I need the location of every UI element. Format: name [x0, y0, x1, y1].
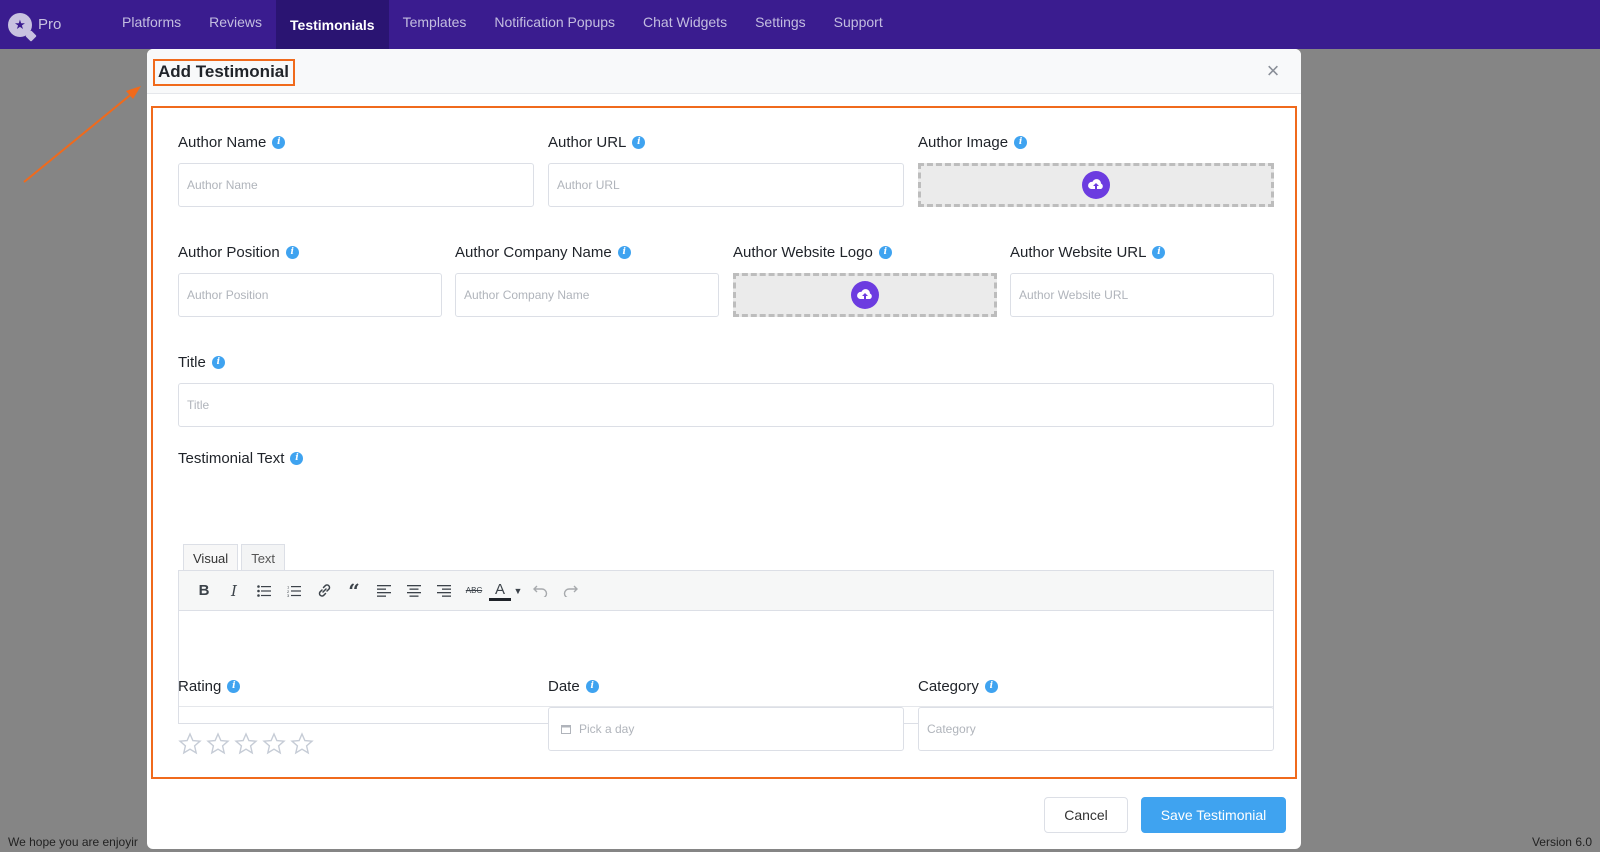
star-icon[interactable]	[290, 732, 314, 756]
author-position-input[interactable]: Author Position	[178, 273, 442, 317]
nav-testimonials[interactable]: Testimonials	[276, 0, 389, 49]
bold-icon[interactable]: B	[189, 576, 219, 606]
author-website-url-input[interactable]: Author Website URL	[1010, 273, 1274, 317]
author-name-group: Author Name i	[178, 132, 286, 152]
editor-toolbar: B I 123 “ ABC A ▼	[179, 571, 1273, 611]
editor-tabs: Visual Text	[183, 544, 286, 571]
brand[interactable]: ★ Pro	[0, 0, 108, 49]
nav-chat-widgets[interactable]: Chat Widgets	[629, 0, 741, 43]
author-url-input[interactable]: Author URL	[548, 163, 904, 207]
title-input[interactable]: Title	[178, 383, 1274, 427]
date-group: Date i	[548, 676, 599, 696]
author-name-label: Author Name	[178, 133, 267, 151]
info-icon[interactable]: i	[211, 355, 225, 369]
info-icon[interactable]: i	[617, 245, 631, 259]
svg-text:3: 3	[287, 593, 290, 597]
tab-text[interactable]: Text	[241, 544, 286, 571]
rating-label: Rating	[178, 677, 222, 695]
version-label: Version 6.0	[1531, 835, 1592, 849]
brand-text: Pro	[38, 16, 62, 33]
star-icon[interactable]	[206, 732, 230, 756]
author-name-input[interactable]: Author Name	[178, 163, 534, 207]
author-position-label: Author Position	[178, 243, 280, 261]
info-icon[interactable]: i	[878, 245, 892, 259]
cancel-button[interactable]: Cancel	[1044, 797, 1128, 833]
star-icon[interactable]	[178, 732, 202, 756]
undo-icon[interactable]	[525, 576, 555, 606]
rating-stars	[178, 732, 314, 756]
title-label: Title	[178, 353, 206, 371]
info-icon[interactable]: i	[1152, 245, 1166, 259]
author-url-group: Author URL i	[548, 132, 646, 152]
info-icon[interactable]: i	[272, 135, 286, 149]
star-icon[interactable]	[234, 732, 258, 756]
testimonial-text-label: Testimonial Text	[178, 449, 285, 467]
nav-templates[interactable]: Templates	[389, 0, 481, 43]
star-icon[interactable]	[262, 732, 286, 756]
form-highlight-box: Author Name i Author Name Author URL i Aut…	[151, 106, 1297, 779]
author-image-upload[interactable]	[918, 163, 1274, 207]
author-company-input[interactable]: Author Company Name	[455, 273, 719, 317]
info-icon[interactable]: i	[585, 679, 599, 693]
align-left-icon[interactable]	[369, 576, 399, 606]
author-logo-label: Author Website Logo	[733, 243, 873, 261]
category-label: Category	[918, 677, 979, 695]
date-placeholder: Pick a day	[579, 722, 635, 736]
author-logo-group: Author Website Logo i	[733, 242, 892, 262]
cloud-upload-icon	[851, 281, 879, 309]
info-icon[interactable]: i	[227, 679, 241, 693]
author-logo-upload[interactable]	[733, 273, 997, 317]
numbered-list-icon[interactable]: 123	[279, 576, 309, 606]
rating-group: Rating i	[178, 676, 241, 696]
author-url-label: Author URL	[548, 133, 627, 151]
nav-platforms[interactable]: Platforms	[108, 0, 195, 43]
author-company-label: Author Company Name	[455, 243, 612, 261]
nav-notification-popups[interactable]: Notification Popups	[480, 0, 629, 43]
testimonial-text-group: Testimonial Text i	[178, 448, 304, 468]
modal-header: Add Testimonial ×	[147, 49, 1301, 94]
author-company-group: Author Company Name i	[455, 242, 631, 262]
calendar-icon	[561, 725, 571, 734]
title-highlight-box: Add Testimonial	[153, 59, 295, 86]
date-label: Date	[548, 677, 580, 695]
editor-content-area[interactable]	[179, 611, 1273, 706]
top-navigation: ★ Pro Platforms Reviews Testimonials Tem…	[0, 0, 1600, 49]
info-icon[interactable]: i	[1014, 135, 1028, 149]
align-right-icon[interactable]	[429, 576, 459, 606]
tab-visual[interactable]: Visual	[183, 544, 239, 571]
date-picker-input[interactable]: Pick a day	[548, 707, 904, 751]
footer-message: We hope you are enjoyir	[8, 835, 138, 849]
redo-icon[interactable]	[555, 576, 585, 606]
strikethrough-icon[interactable]: ABC	[459, 576, 489, 606]
nav-support[interactable]: Support	[820, 0, 897, 43]
close-icon[interactable]: ×	[1263, 60, 1283, 82]
bullet-list-icon[interactable]	[249, 576, 279, 606]
category-group: Category i	[918, 676, 998, 696]
align-center-icon[interactable]	[399, 576, 429, 606]
link-icon[interactable]	[309, 576, 339, 606]
title-group: Title i	[178, 352, 225, 372]
nav-settings[interactable]: Settings	[741, 0, 820, 43]
author-website-url-group: Author Website URL i	[1010, 242, 1166, 262]
info-icon[interactable]: i	[632, 135, 646, 149]
chevron-down-icon[interactable]: ▼	[511, 576, 525, 606]
author-position-group: Author Position i	[178, 242, 299, 262]
info-icon[interactable]: i	[285, 245, 299, 259]
author-image-label: Author Image	[918, 133, 1009, 151]
nav-reviews[interactable]: Reviews	[195, 0, 276, 43]
text-color-icon[interactable]: A	[489, 581, 511, 601]
author-website-url-label: Author Website URL	[1010, 243, 1147, 261]
cloud-upload-icon	[1082, 171, 1110, 199]
author-image-group: Author Image i	[918, 132, 1028, 152]
italic-icon[interactable]: I	[219, 576, 249, 606]
category-select[interactable]: Category	[918, 707, 1274, 751]
info-icon[interactable]: i	[290, 451, 304, 465]
blockquote-icon[interactable]: “	[339, 576, 369, 606]
star-badge-icon: ★	[8, 12, 32, 37]
add-testimonial-modal: Add Testimonial × Author Name i Author Na…	[147, 49, 1301, 849]
rich-text-editor: B I 123 “ ABC A ▼	[178, 570, 1274, 724]
save-testimonial-button[interactable]: Save Testimonial	[1141, 797, 1286, 833]
info-icon[interactable]: i	[984, 679, 998, 693]
modal-title: Add Testimonial	[158, 62, 289, 81]
